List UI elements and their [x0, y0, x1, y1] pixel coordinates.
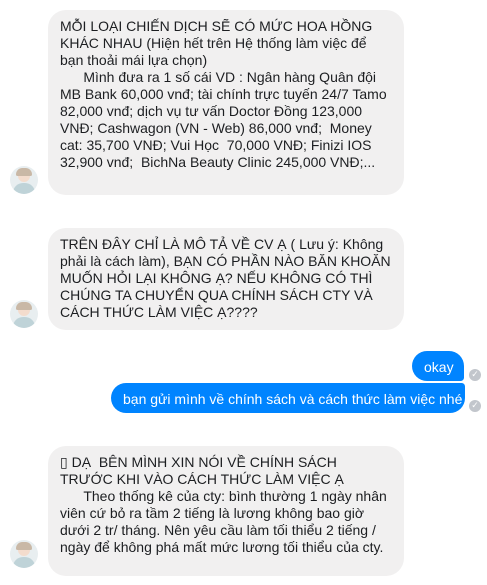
avatar-body	[13, 317, 35, 328]
outgoing-message-request[interactable]: bạn gửi mình về chính sách và cách thức …	[111, 383, 465, 413]
avatar-body	[13, 557, 35, 568]
avatar-body	[13, 183, 35, 194]
avatar[interactable]	[10, 540, 38, 568]
sent-check-icon: ✓	[469, 369, 481, 381]
incoming-message-commission[interactable]: MỖI LOẠI CHIẾN DỊCH SẼ CÓ MỨC HOA HỒNG K…	[48, 10, 404, 195]
outgoing-message-okay[interactable]: okay	[412, 351, 464, 381]
incoming-message-question[interactable]: TRÊN ĐÂY CHỈ LÀ MÔ TẢ VỀ CV Ạ ( Lưu ý: K…	[48, 228, 404, 330]
incoming-message-policy[interactable]: ▯ DẠ BÊN MÌNH XIN NÓI VỀ CHÍNH SÁCH TRƯỚ…	[48, 446, 404, 576]
avatar[interactable]	[10, 300, 38, 328]
avatar-hair	[16, 168, 32, 176]
avatar[interactable]	[10, 166, 38, 194]
avatar-hair	[16, 542, 32, 550]
avatar-hair	[16, 302, 32, 310]
sent-check-icon: ✓	[469, 400, 481, 412]
